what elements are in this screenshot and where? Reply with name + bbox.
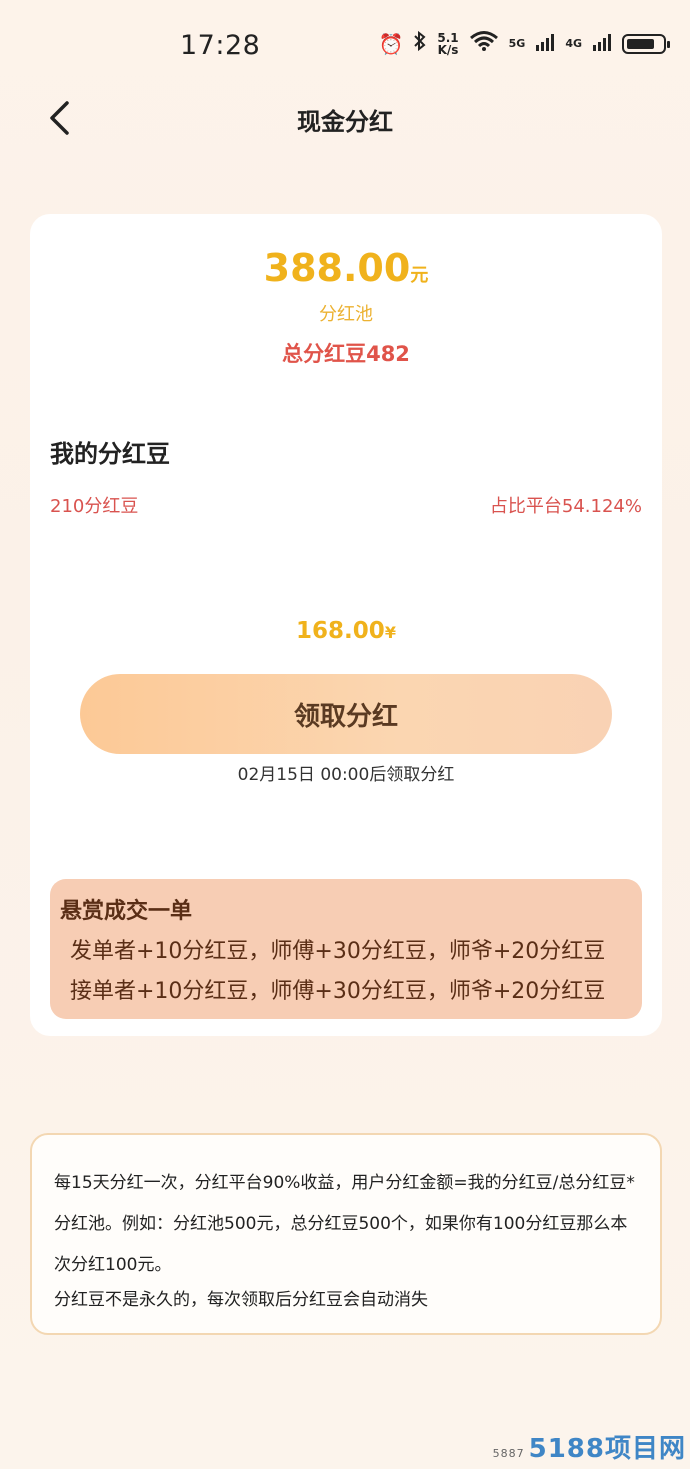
- wifi-icon: [469, 30, 499, 57]
- claim-dividend-button[interactable]: 领取分红: [80, 674, 612, 754]
- my-beans-title: 我的分红豆: [50, 440, 170, 468]
- net-speed-unit: K/s: [437, 42, 459, 57]
- my-dividend-unit: ¥: [384, 623, 396, 642]
- status-time: 17:28: [180, 30, 261, 61]
- total-beans: 总分红豆482: [282, 342, 410, 366]
- pool-amount: 388.00元: [30, 246, 662, 290]
- pool-amount-value: 388.00: [263, 246, 411, 290]
- reward-line-receiver: 接单者+10分红豆，师傅+30分红豆，师爷+20分红豆: [70, 979, 606, 1004]
- my-dividend-value: 168.00: [296, 618, 385, 644]
- status-bar: 17:28 ⏰ 5.1 K/s 5G 4G: [0, 0, 690, 92]
- pool-amount-unit: 元: [410, 265, 429, 286]
- signal-4g-icon: [592, 32, 612, 56]
- signal-4g-label: 4G: [565, 37, 582, 50]
- bluetooth-icon: [413, 30, 427, 57]
- signal-5g-icon: [535, 32, 555, 56]
- rules-text-2: 分红豆不是永久的，每次领取后分红豆会自动消失: [54, 1290, 428, 1310]
- battery-icon: [622, 33, 670, 54]
- dividend-card: 388.00元 分红池 总分红豆482 我的分红豆 210分红豆 占比平台54.…: [30, 214, 662, 1036]
- claim-time-hint: 02月15日 00:00后领取分红: [237, 765, 455, 785]
- reward-title: 悬赏成交一单: [60, 899, 193, 924]
- platform-ratio: 占比平台54.124%: [489, 496, 642, 517]
- net-speed-value: 5.1: [437, 30, 459, 45]
- net-speed: 5.1 K/s: [437, 32, 458, 56]
- reward-line-publisher: 发单者+10分红豆，师傅+30分红豆，师爷+20分红豆: [70, 939, 606, 964]
- watermark: 5887 5188项目网: [493, 1428, 686, 1465]
- pool-label: 分红池: [319, 304, 373, 325]
- page-title: 现金分红: [297, 108, 393, 136]
- nav-bar: 现金分红: [0, 92, 690, 144]
- alarm-icon: ⏰: [378, 31, 404, 56]
- battery-fill: [627, 38, 655, 49]
- reward-box: 悬赏成交一单 发单者+10分红豆，师傅+30分红豆，师爷+20分红豆 接单者+1…: [50, 879, 642, 1019]
- rules-text-1: 每15天分红一次，分红平台90%收益，用户分红金额=我的分红豆/总分红豆*分红池…: [54, 1173, 635, 1275]
- signal-5g-label: 5G: [508, 37, 526, 50]
- my-beans-count: 210分红豆: [50, 496, 139, 517]
- status-icons: ⏰ 5.1 K/s 5G 4G: [378, 30, 670, 57]
- my-dividend-amount: 168.00¥: [30, 618, 662, 644]
- watermark-small: 5887: [492, 1447, 525, 1460]
- rules-box: 每15天分红一次，分红平台90%收益，用户分红金额=我的分红豆/总分红豆*分红池…: [30, 1133, 662, 1335]
- watermark-big: 5188项目网: [528, 1434, 686, 1464]
